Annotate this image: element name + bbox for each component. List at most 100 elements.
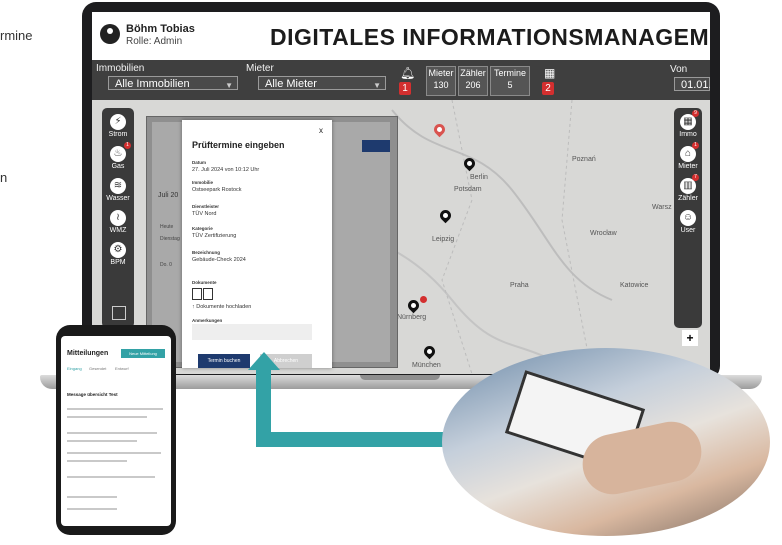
city-label: Praha xyxy=(510,282,529,289)
text-line xyxy=(67,460,127,462)
sidebar-item-wmz[interactable]: WMZ xyxy=(102,227,134,234)
document-icon xyxy=(192,288,202,300)
zoom-in-button[interactable]: + xyxy=(682,330,698,346)
upload-label: Dokumente hochladen xyxy=(196,304,252,310)
calendar-mini: Do. 0 xyxy=(160,262,172,268)
immobilien-select[interactable]: Alle Immobilien ▼ xyxy=(108,76,238,90)
close-icon[interactable]: x xyxy=(319,126,323,135)
upload-button[interactable]: ↑ Dokumente hochladen xyxy=(192,304,251,310)
bpm-icon[interactable]: ⚙ xyxy=(110,242,126,258)
bell-icon[interactable]: 🔔︎ xyxy=(400,66,415,80)
datum-field[interactable]: 27. Juli 2024 von 10:12 Uhr xyxy=(192,167,259,173)
mieter-select[interactable]: Alle Mieter ▼ xyxy=(258,76,386,90)
calendar-icon[interactable]: ▦ xyxy=(544,66,555,80)
bezeichnung-label: Bezeichnung xyxy=(192,250,221,255)
gas-badge: 1 xyxy=(124,142,131,149)
kategorie-select[interactable]: TÜV Zertifizierung xyxy=(192,233,236,239)
text-line xyxy=(67,476,155,478)
sidebar-item-strom[interactable]: Strom xyxy=(102,131,134,138)
tab-gesendet[interactable]: Gesendet xyxy=(89,366,106,371)
mieter-value: Alle Mieter xyxy=(265,78,317,90)
dienstleister-label: Dienstleister xyxy=(192,204,220,209)
termine-counter-label: Termine xyxy=(493,68,526,78)
new-message-button[interactable]: Neue Mitteilung xyxy=(121,349,165,358)
mieter-counter[interactable]: Mieter 130 xyxy=(426,66,456,96)
anmerkungen-label: Anmerkungen xyxy=(192,318,223,323)
termine-counter[interactable]: Termine 5 xyxy=(490,66,530,96)
phone-title: Mitteilungen xyxy=(67,350,109,357)
sidebar-item-mieter[interactable]: Mieter xyxy=(672,163,704,170)
alert-dot xyxy=(420,296,427,303)
text-line xyxy=(67,440,137,442)
calendar-date: Juli 20 xyxy=(158,192,179,199)
avatar[interactable] xyxy=(100,24,120,44)
sidebar-item-gas[interactable]: Gas xyxy=(102,163,134,170)
city-label: Warsz xyxy=(652,204,672,211)
mieter-counter-value: 130 xyxy=(433,80,449,90)
phone-screen: Mitteilungen Neue Mitteilung Eingang Ges… xyxy=(61,336,171,526)
bezeichnung-input[interactable]: Gebäude-Check 2024 xyxy=(192,257,246,263)
dokumente-label: Dokumente xyxy=(192,280,217,285)
mieter-label: Mieter xyxy=(246,63,274,74)
immobilie-label: Immobilie xyxy=(192,180,214,185)
city-label: Wrocław xyxy=(590,230,617,237)
text-line xyxy=(67,496,117,498)
laptop-notch xyxy=(360,375,440,380)
laptop-screen: Böhm Tobias Rolle: Admin DIGITALES INFOR… xyxy=(92,12,710,374)
city-label: Berlin xyxy=(470,174,488,181)
von-label: Von xyxy=(670,64,688,75)
bell-badge: 1 xyxy=(399,82,411,95)
calendar-mini: Heute xyxy=(160,224,174,230)
panel-button[interactable] xyxy=(362,140,390,152)
document-icon xyxy=(203,288,213,300)
tab-eingang[interactable]: Eingang xyxy=(67,366,82,371)
zaehler-counter-label: Zähler xyxy=(460,68,486,78)
teal-arrow-base xyxy=(256,432,456,447)
modal-title: Prüftermine eingeben xyxy=(192,140,285,150)
text-line xyxy=(67,452,161,454)
datum-label: Datum xyxy=(192,160,207,165)
text-line xyxy=(67,416,147,418)
immobilien-value: Alle Immobilien xyxy=(115,78,190,90)
arrow-up-icon xyxy=(248,352,280,370)
message-subject[interactable]: Message übersicht Test xyxy=(67,392,118,397)
sidebar-item-zaehler[interactable]: Zähler xyxy=(672,195,704,202)
von-value: 01.01. xyxy=(681,79,710,91)
heat-icon[interactable]: ≀ xyxy=(110,210,126,226)
user-role: Rolle: Admin xyxy=(126,36,183,47)
sidebar-item-bpm[interactable]: BPM xyxy=(102,259,134,266)
flame-icon[interactable]: ♨ xyxy=(110,146,126,162)
city-label: München xyxy=(412,362,441,369)
sidebar-item-immo[interactable]: Immo xyxy=(672,131,704,138)
lightning-icon[interactable]: ⚡︎ xyxy=(110,114,126,130)
tablet-photo xyxy=(442,348,770,536)
termin-buchen-button[interactable]: Termin buchen xyxy=(198,354,250,368)
city-label: Potsdam xyxy=(454,186,482,193)
tab-entwurf[interactable]: Entwurf xyxy=(115,366,129,371)
sidebar-item-user[interactable]: User xyxy=(672,227,704,234)
water-icon[interactable]: ≋ xyxy=(110,178,126,194)
calendar-badge: 2 xyxy=(542,82,554,95)
zaehler-counter[interactable]: Zähler 206 xyxy=(458,66,488,96)
termine-counter-value: 5 xyxy=(507,80,513,90)
chevron-down-icon: ▼ xyxy=(225,81,233,90)
app-header: Böhm Tobias Rolle: Admin DIGITALES INFOR… xyxy=(92,12,710,60)
page-title: DIGITALES INFORMATIONSMANAGEMENT xyxy=(270,24,710,50)
text-line xyxy=(67,408,163,410)
users-icon[interactable]: ☺ xyxy=(680,210,696,226)
pruftermine-modal: x Prüftermine eingeben Datum 27. Juli 20… xyxy=(182,120,332,368)
calendar-mini: Dienstag xyxy=(160,236,180,242)
von-date-field[interactable]: 01.01. xyxy=(674,77,710,91)
city-label: Katowice xyxy=(620,282,649,289)
anmerkungen-textarea[interactable] xyxy=(192,324,312,340)
sidebar-right: ▦ 9 Immo ⌂ 1 Mieter ▥ 7 Zähler ☺ User xyxy=(674,108,702,328)
dienstleister-select[interactable]: TÜV Nord xyxy=(192,211,216,217)
city-label: Nürnberg xyxy=(397,314,427,321)
chevron-down-icon: ▼ xyxy=(373,81,381,90)
sidebar-item-wasser[interactable]: Wasser xyxy=(102,195,134,202)
immobilie-select[interactable]: Ostseepark Rostock xyxy=(192,187,242,193)
document-icon[interactable] xyxy=(112,306,126,320)
edge-text-mid: n xyxy=(0,170,8,185)
mieter-badge: 1 xyxy=(692,142,699,149)
city-label: Poznań xyxy=(572,156,596,163)
